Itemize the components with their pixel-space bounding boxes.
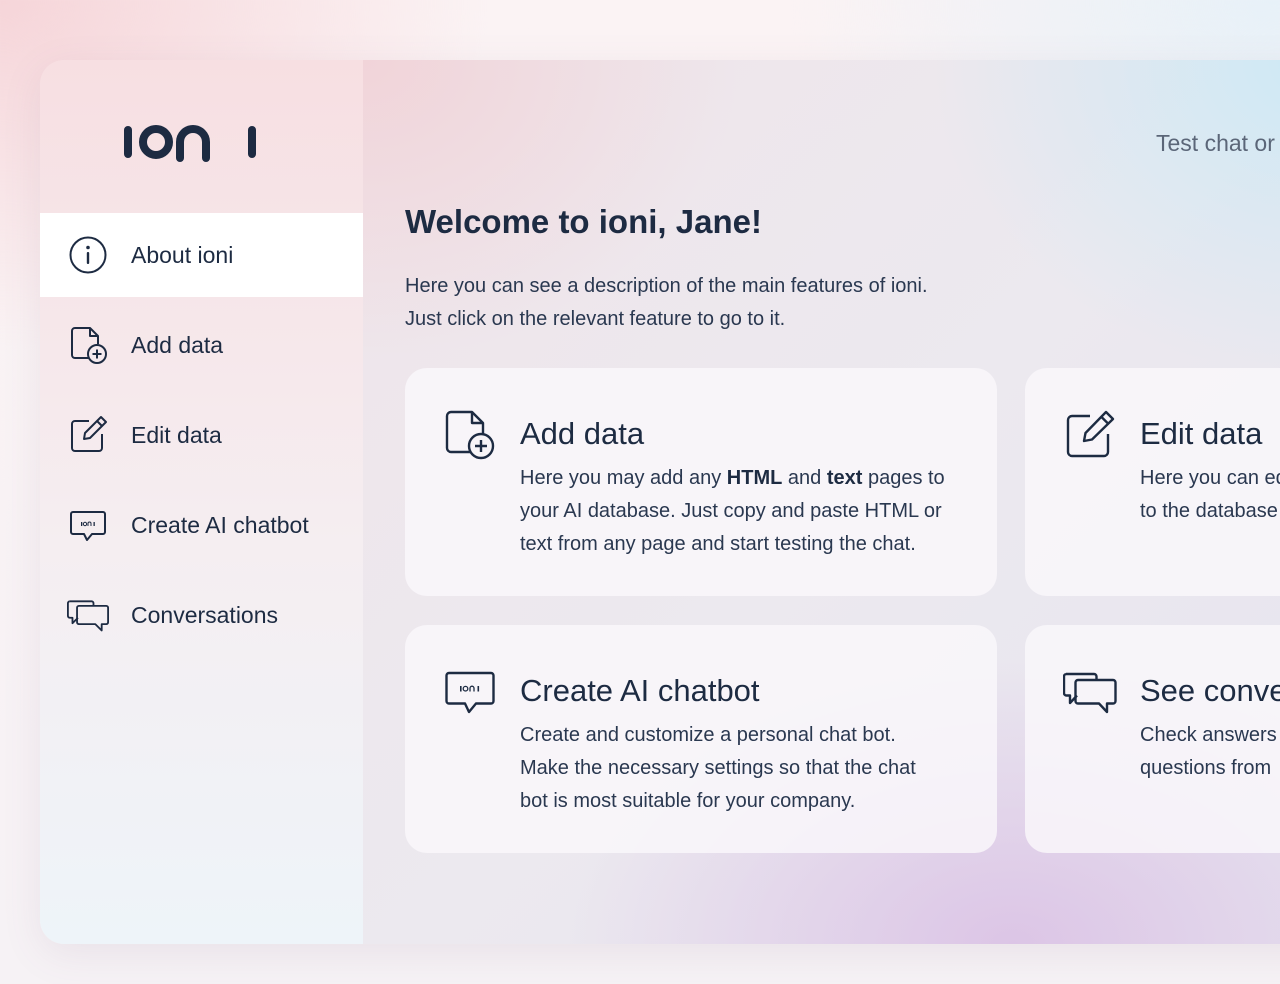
text-fragment: pages to [862, 467, 945, 489]
info-icon [67, 234, 109, 276]
conversations-icon [67, 594, 109, 636]
intro-line: Here you can see a description of the ma… [405, 275, 928, 297]
text-fragment: and [782, 467, 827, 489]
add-document-icon [443, 408, 497, 462]
feature-card-edit-data[interactable]: Edit data Here you can ed to the databas… [1025, 368, 1280, 596]
add-document-icon [67, 324, 109, 366]
card-description-line: Here you may add any HTML and text pages… [520, 462, 970, 495]
chatbot-icon [67, 504, 109, 546]
card-title: Add data [520, 416, 645, 451]
card-description-line: Make the necessary settings so that the … [520, 757, 916, 779]
chatbot-icon [443, 665, 497, 719]
main-content: Test chat or Welcome to ioni, Jane! Here… [363, 60, 1280, 944]
sidebar-item-create-ai-chatbot[interactable]: Create AI chatbot [40, 483, 363, 567]
card-description: Create and customize a personal chat bot… [520, 719, 970, 818]
sidebar-item-label: About ioni [131, 241, 234, 268]
page-title: Welcome to ioni, Jane! [405, 203, 762, 240]
card-description-line: Create and customize a personal chat bot… [520, 724, 896, 746]
sidebar-item-label: Add data [131, 331, 224, 358]
card-description-line: bot is most suitable for your company. [520, 790, 856, 812]
ioni-logo[interactable] [124, 122, 256, 162]
sidebar-item-edit-data[interactable]: Edit data [40, 393, 363, 477]
sidebar-item-add-data[interactable]: Add data [40, 303, 363, 387]
sidebar-item-label: Create AI chatbot [131, 511, 309, 538]
card-description: Here you can ed to the database [1140, 462, 1280, 528]
card-title: See conve [1140, 673, 1280, 708]
edit-icon [1063, 408, 1117, 462]
conversations-icon [1063, 665, 1117, 719]
card-description-line: your AI database. Just copy and paste HT… [520, 500, 942, 522]
edit-icon [67, 414, 109, 456]
intro-line: Just click on the relevant feature to go… [405, 308, 786, 330]
text-fragment: Here you may add any [520, 467, 727, 489]
app-window: About ioni Add data Edit data Create AI … [40, 60, 1280, 944]
card-title: Edit data [1140, 416, 1263, 451]
card-description: Check answers questions from [1140, 719, 1280, 785]
text-fragment-bold: HTML [726, 467, 783, 489]
text-fragment-bold: text [826, 467, 863, 489]
sidebar-item-label: Conversations [131, 601, 279, 628]
feature-card-create-ai-chatbot[interactable]: Create AI chatbot Create and customize a… [405, 625, 997, 853]
card-description-line: Check answers [1140, 724, 1277, 746]
feature-card-see-conversations[interactable]: See conve Check answers questions from [1025, 625, 1280, 853]
sidebar-item-conversations[interactable]: Conversations [40, 573, 363, 657]
sidebar: About ioni Add data Edit data Create AI … [40, 60, 363, 944]
sidebar-item-label: Edit data [131, 421, 222, 448]
card-description-line: text from any page and start testing the… [520, 533, 916, 555]
sidebar-item-about-ioni[interactable]: About ioni [40, 213, 363, 297]
card-description-line: questions from [1140, 757, 1272, 779]
feature-card-add-data[interactable]: Add data Here you may add any HTML and t… [405, 368, 997, 596]
card-description-line: Here you can ed [1140, 467, 1280, 489]
test-chat-link[interactable]: Test chat or [1156, 130, 1275, 157]
card-description-line: to the database [1140, 500, 1278, 522]
intro-text: Here you can see a description of the ma… [405, 270, 1025, 336]
card-description: Here you may add any HTML and text pages… [520, 462, 970, 561]
sidebar-nav: About ioni Add data Edit data Create AI … [40, 213, 363, 663]
card-title: Create AI chatbot [520, 673, 760, 708]
